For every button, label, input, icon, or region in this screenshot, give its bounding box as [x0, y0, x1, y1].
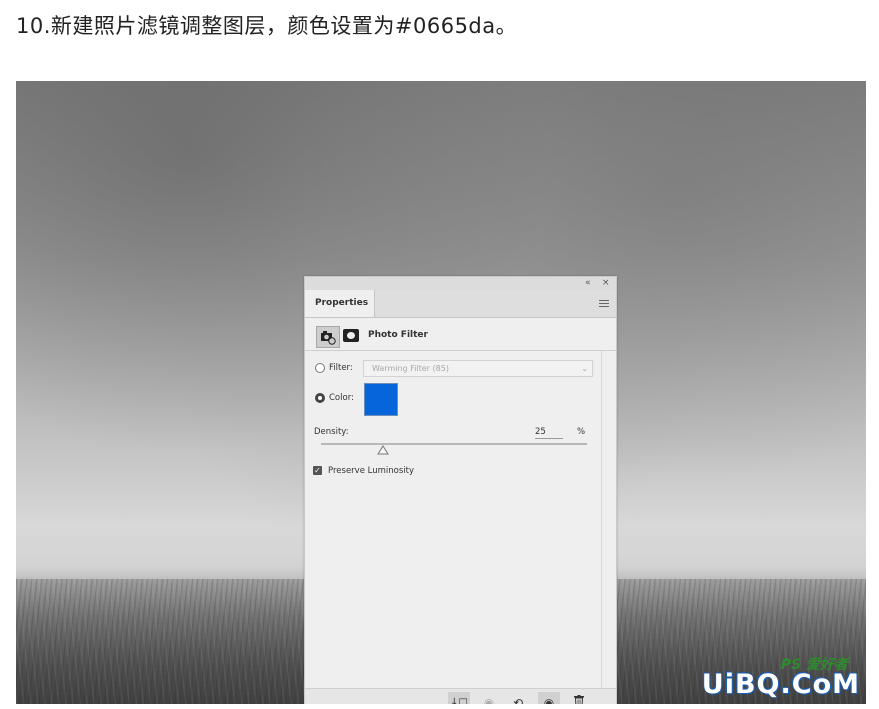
layer-mask-icon[interactable]: [343, 329, 359, 342]
reset-icon: ⟲: [512, 695, 524, 705]
filter-radio[interactable]: [315, 363, 325, 373]
filter-select-value: Warming Filter (85): [372, 364, 449, 373]
panel-scroll-edge: [601, 351, 602, 691]
panel-tab-row: Properties: [305, 290, 616, 318]
step-caption: 10.新建照片滤镜调整图层，颜色设置为#0665da。: [16, 14, 518, 38]
visibility-eye-icon: ◉: [543, 695, 555, 705]
reset-button[interactable]: ⟲: [507, 692, 529, 705]
panel-titlebar[interactable]: « ×: [305, 277, 616, 290]
background-photo: « × Properties Photo Filter Filter: Warm…: [16, 81, 866, 704]
view-previous-state-button[interactable]: ◉: [478, 692, 500, 705]
color-swatch[interactable]: [364, 383, 398, 416]
clip-to-layer-icon: ↓□: [450, 697, 468, 704]
visibility-button[interactable]: ◉: [538, 692, 560, 704]
preserve-luminosity-checkbox[interactable]: ✓: [313, 466, 322, 475]
panel-menu-icon[interactable]: [599, 300, 609, 307]
color-label: Color:: [329, 393, 354, 403]
density-input[interactable]: 25: [535, 427, 563, 439]
preserve-luminosity-label: Preserve Luminosity: [328, 466, 414, 476]
photo-filter-camera-icon[interactable]: [316, 326, 340, 348]
density-slider-thumb[interactable]: [377, 445, 389, 455]
filter-select[interactable]: Warming Filter (85) ⌄: [363, 360, 593, 377]
collapse-icon[interactable]: «: [585, 278, 591, 289]
panel-footer-toolbar: ↓□ ◉ ⟲ ◉: [305, 688, 616, 704]
chevron-down-icon: ⌄: [581, 364, 588, 373]
color-radio[interactable]: [315, 393, 325, 403]
density-unit: %: [577, 427, 586, 437]
clip-to-layer-button[interactable]: ↓□: [448, 692, 470, 704]
properties-panel: « × Properties Photo Filter Filter: Warm…: [304, 276, 617, 704]
view-previous-state-icon: ◉: [483, 695, 495, 705]
filter-label: Filter:: [329, 363, 353, 373]
delete-button[interactable]: [568, 692, 590, 704]
watermark-uibq: UiBQ.CoM: [701, 669, 860, 700]
density-label: Density:: [314, 427, 349, 437]
adjustment-title: Photo Filter: [368, 330, 428, 340]
close-icon[interactable]: ×: [602, 278, 610, 289]
tab-properties[interactable]: Properties: [305, 290, 375, 317]
density-slider-track[interactable]: [321, 443, 587, 445]
trash-icon: [574, 695, 584, 704]
